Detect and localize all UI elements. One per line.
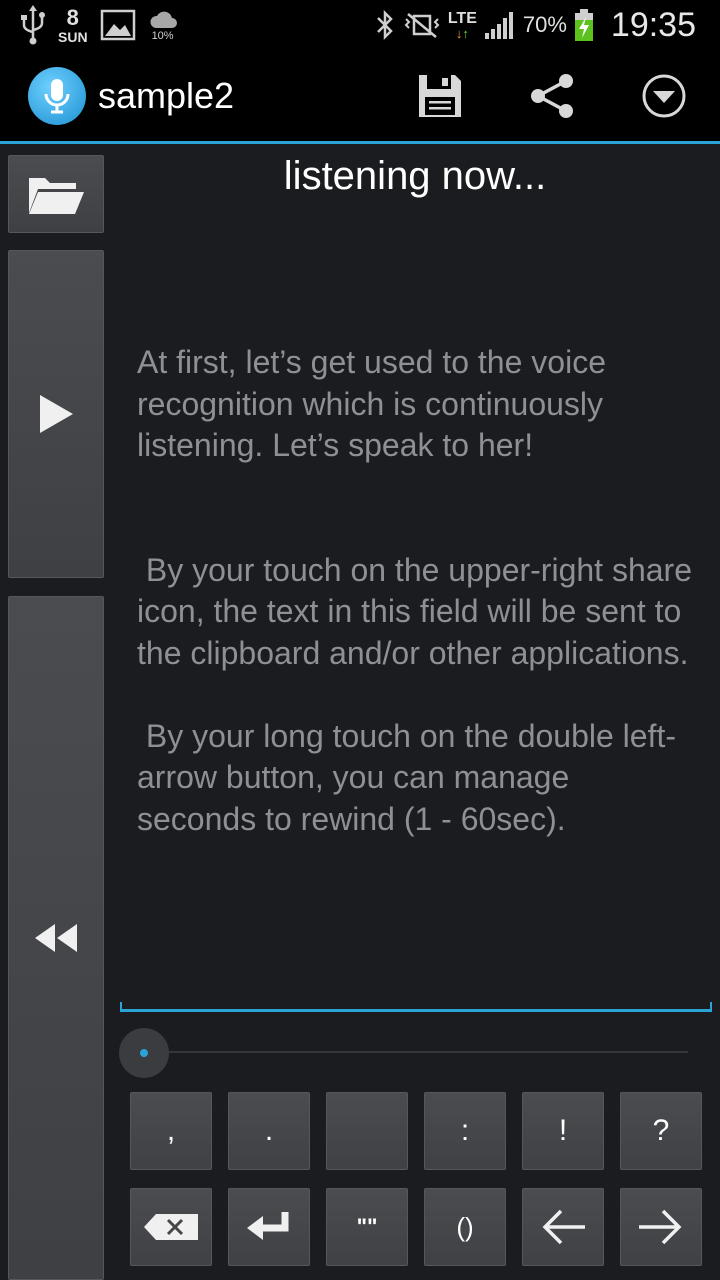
enter-icon [247, 1212, 289, 1240]
bluetooth-icon [374, 9, 396, 41]
quotes-key[interactable]: "" [326, 1188, 408, 1266]
seek-bar-thumb[interactable] [119, 1028, 169, 1078]
backspace-key[interactable] [130, 1188, 212, 1266]
app-title: sample2 [98, 74, 235, 116]
network-type: LTE [447, 9, 477, 27]
enter-key[interactable] [228, 1188, 310, 1266]
listening-status: listening now... [283, 154, 547, 198]
cursor-left-key[interactable] [522, 1188, 604, 1266]
weather-widget: 10% [148, 5, 180, 45]
parentheses-key[interactable]: () [424, 1188, 506, 1266]
folder-open-icon [29, 178, 84, 214]
seek-bar-dot [140, 1049, 148, 1057]
play-icon [40, 395, 73, 433]
exclamation-key[interactable]: ! [522, 1092, 604, 1170]
battery-percent: 70% [522, 12, 567, 37]
usb-icon [20, 5, 46, 45]
cursor-right-key[interactable] [620, 1188, 702, 1266]
backspace-icon [144, 1214, 198, 1240]
overflow-menu-button[interactable] [608, 51, 720, 141]
arrow-right-icon [639, 1209, 682, 1245]
open-file-button[interactable] [8, 155, 104, 233]
rewind-icon [35, 924, 77, 952]
period-key[interactable]: . [228, 1092, 310, 1170]
gallery-icon [100, 8, 136, 42]
share-button[interactable] [496, 51, 608, 141]
date-day: 8 [66, 4, 79, 30]
comma-key[interactable]: , [130, 1092, 212, 1170]
chevron-down-circle-icon [642, 74, 686, 117]
calendar-date: 8 SUN [58, 4, 88, 45]
data-activity-icon: ↓↑ [455, 25, 469, 41]
lte-indicator: LTE ↓↑ [447, 9, 477, 41]
date-weekday: SUN [58, 28, 88, 45]
colon-key[interactable]: : [424, 1092, 506, 1170]
clock: 19:35 [610, 5, 696, 44]
signal-icon [483, 9, 517, 41]
blank-key[interactable] [326, 1092, 408, 1170]
status-bar: 8 SUN 10% LTE ↓↑ 70% 19:35 [0, 0, 720, 50]
save-icon [419, 74, 461, 117]
arrow-left-icon [542, 1209, 585, 1245]
vibrate-mute-icon [402, 10, 442, 40]
action-bar: sample2 [0, 50, 720, 144]
question-key[interactable]: ? [620, 1092, 702, 1170]
app-microphone-icon[interactable] [28, 66, 86, 125]
save-button[interactable] [384, 51, 496, 141]
transcript-text-field[interactable]: At first, let’s get used to the voice re… [137, 342, 697, 840]
play-button[interactable] [8, 250, 104, 578]
battery-charging-icon [573, 8, 595, 42]
share-icon [531, 73, 573, 118]
text-field-underline [120, 1002, 712, 1012]
seek-bar-track[interactable] [144, 1051, 688, 1053]
weather-percent: 10% [151, 30, 174, 42]
rewind-button[interactable] [8, 596, 104, 1280]
